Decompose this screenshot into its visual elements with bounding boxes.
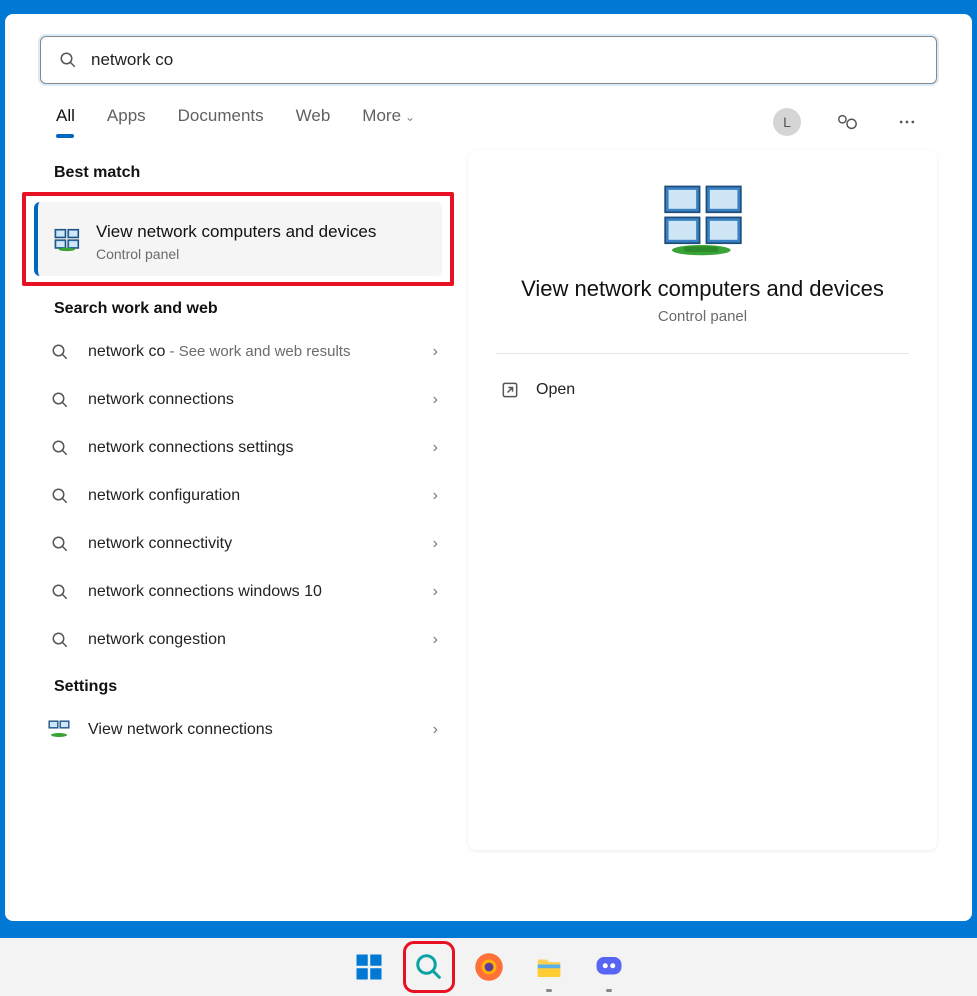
network-devices-icon bbox=[54, 226, 82, 254]
settings-result-text: View network connections bbox=[88, 721, 417, 739]
preview-panel: View network computers and devices Contr… bbox=[468, 150, 937, 850]
search-icon bbox=[59, 51, 77, 69]
start-button[interactable] bbox=[350, 948, 388, 986]
section-best-match: Best match bbox=[54, 164, 448, 182]
tab-documents[interactable]: Documents bbox=[178, 106, 264, 138]
taskbar-file-explorer-icon[interactable] bbox=[530, 948, 568, 986]
preview-subtitle: Control panel bbox=[496, 308, 909, 325]
chevron-right-icon: › bbox=[433, 631, 438, 649]
user-avatar[interactable]: L bbox=[773, 108, 801, 136]
search-icon bbox=[48, 580, 72, 604]
taskbar bbox=[0, 938, 977, 996]
search-icon bbox=[48, 388, 72, 412]
section-settings: Settings bbox=[54, 678, 448, 696]
tab-apps[interactable]: Apps bbox=[107, 106, 146, 138]
web-result-text: network congestion bbox=[88, 631, 417, 649]
filter-tabs: All Apps Documents Web More⌄ L bbox=[40, 106, 937, 138]
web-result[interactable]: network connections windows 10 › bbox=[40, 568, 448, 616]
chevron-right-icon: › bbox=[433, 439, 438, 457]
chevron-down-icon: ⌄ bbox=[405, 110, 415, 124]
search-icon bbox=[48, 628, 72, 652]
chevron-right-icon: › bbox=[433, 391, 438, 409]
web-result-text: network connections bbox=[88, 391, 417, 409]
results-column: Best match View network computers and bbox=[40, 150, 448, 850]
web-result-text: network co - See work and web results bbox=[88, 343, 417, 361]
preview-network-icon bbox=[660, 182, 746, 258]
best-match-result[interactable]: View network computers and devices Contr… bbox=[22, 192, 454, 286]
chevron-right-icon: › bbox=[433, 583, 438, 601]
best-match-title: View network computers and devices bbox=[96, 220, 376, 244]
taskbar-search-button[interactable] bbox=[410, 948, 448, 986]
web-result-text: network configuration bbox=[88, 487, 417, 505]
open-action[interactable]: Open bbox=[496, 370, 909, 410]
chevron-right-icon: › bbox=[433, 535, 438, 553]
divider bbox=[496, 353, 909, 354]
web-result-text: network connections settings bbox=[88, 439, 417, 457]
network-connections-icon bbox=[48, 718, 72, 742]
best-match-subtitle: Control panel bbox=[96, 246, 376, 262]
web-result-text: network connectivity bbox=[88, 535, 417, 553]
web-result[interactable]: network co - See work and web results › bbox=[40, 328, 448, 376]
section-search-web: Search work and web bbox=[54, 300, 448, 318]
tab-all[interactable]: All bbox=[56, 106, 75, 138]
open-external-icon bbox=[500, 380, 520, 400]
search-icon bbox=[48, 532, 72, 556]
search-icon bbox=[48, 436, 72, 460]
open-label: Open bbox=[536, 381, 575, 399]
search-bar[interactable] bbox=[40, 36, 937, 84]
web-result[interactable]: network connections settings › bbox=[40, 424, 448, 472]
search-icon bbox=[48, 484, 72, 508]
web-result[interactable]: network connectivity › bbox=[40, 520, 448, 568]
search-window: All Apps Documents Web More⌄ L Best matc… bbox=[5, 14, 972, 921]
web-result-text: network connections windows 10 bbox=[88, 583, 417, 601]
web-result[interactable]: network congestion › bbox=[40, 616, 448, 664]
rewards-icon[interactable] bbox=[833, 108, 861, 136]
chevron-right-icon: › bbox=[433, 487, 438, 505]
preview-title: View network computers and devices bbox=[496, 276, 909, 302]
taskbar-firefox-icon[interactable] bbox=[470, 948, 508, 986]
tab-web[interactable]: Web bbox=[296, 106, 331, 138]
web-result[interactable]: network connections › bbox=[40, 376, 448, 424]
tab-more[interactable]: More⌄ bbox=[362, 106, 415, 138]
more-options-icon[interactable] bbox=[893, 108, 921, 136]
chevron-right-icon: › bbox=[433, 343, 438, 361]
search-input[interactable] bbox=[91, 50, 918, 70]
search-icon bbox=[48, 340, 72, 364]
web-result[interactable]: network configuration › bbox=[40, 472, 448, 520]
chevron-right-icon: › bbox=[433, 721, 438, 739]
taskbar-discord-icon[interactable] bbox=[590, 948, 628, 986]
settings-result[interactable]: View network connections › bbox=[40, 706, 448, 754]
